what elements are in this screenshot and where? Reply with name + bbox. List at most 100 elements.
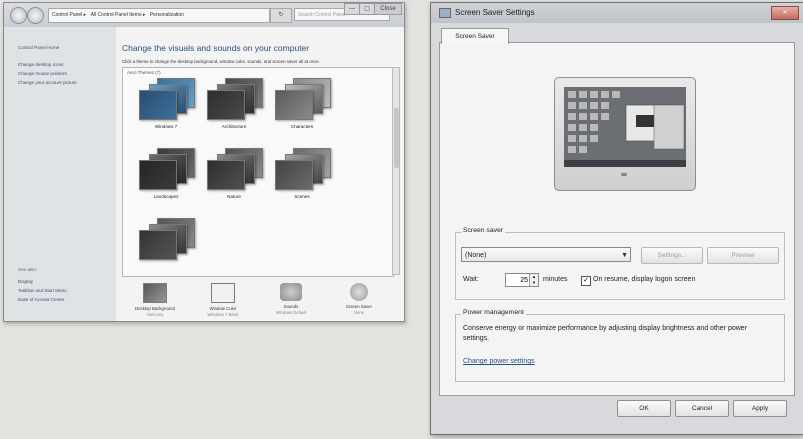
desktop-background-icon: [143, 283, 167, 303]
wait-minutes-stepper[interactable]: 25 ▲ ▼: [505, 273, 539, 287]
sidebar-link-account-picture[interactable]: Change your account picture: [18, 80, 77, 85]
address-bar[interactable]: Control Panel ▸ All Control Panel Items …: [48, 8, 270, 23]
theme-name: Windows 7: [154, 124, 178, 129]
window-color-icon: [211, 283, 235, 303]
theme-preview-card: [139, 160, 177, 190]
close-button[interactable]: Close: [374, 3, 402, 15]
theme-preview-card: [207, 90, 245, 120]
see-also-display[interactable]: Display: [18, 279, 33, 284]
dialog-app-icon: [439, 8, 451, 18]
screen-saver-group: [455, 232, 785, 300]
screen-saver-label: Screen Saver: [345, 304, 373, 309]
screen-saver-icon: [350, 283, 368, 301]
window-color-label: Window Color: [209, 306, 237, 311]
chevron-down-icon: ▼: [621, 252, 628, 259]
screen-saver-select[interactable]: (None) ▼: [461, 247, 631, 262]
monitor-preview: [554, 77, 696, 191]
sounds-icon: [280, 283, 302, 301]
sounds-setting[interactable]: Sounds Windows Default: [256, 283, 326, 317]
theme-thumbnail: [139, 148, 195, 190]
dialog-title-bar: Screen Saver Settings ✕: [431, 3, 803, 23]
theme-thumbnail: [139, 78, 195, 120]
theme-name: Landscapes: [153, 194, 179, 199]
settings-button[interactable]: Settings...: [641, 247, 703, 264]
sounds-label: Sounds: [283, 304, 299, 309]
theme-tile[interactable]: Windows 7: [133, 78, 199, 136]
title-bar: Control Panel ▸ All Control Panel Items …: [4, 3, 404, 27]
theme-tile[interactable]: Architecture: [201, 78, 267, 136]
theme-thumbnail: [275, 78, 331, 120]
sidebar-link-mouse-pointers[interactable]: Change mouse pointers: [18, 71, 67, 76]
theme-tile[interactable]: Nature: [201, 148, 267, 206]
main-content: Change the visuals and sounds on your co…: [116, 27, 404, 321]
refresh-icon[interactable]: ↻: [270, 8, 292, 23]
screen-saver-group-label: Screen saver: [461, 227, 506, 234]
minutes-label: minutes: [543, 276, 568, 283]
theme-thumbnail: [275, 148, 331, 190]
resume-logon-label: On resume, display logon screen: [593, 276, 696, 283]
breadcrumb-personalization[interactable]: Personalization: [147, 12, 184, 18]
screen-saver-select-value: (None): [465, 252, 487, 259]
theme-thumbnail: [139, 218, 195, 260]
preview-screen: [564, 87, 686, 167]
desktop-background-value: Harmony: [146, 312, 164, 317]
tab-screen-saver[interactable]: Screen Saver: [441, 28, 509, 44]
see-also-taskbar[interactable]: Taskbar and Start Menu: [18, 288, 67, 293]
window-color-value: Windows 7 Basic: [207, 312, 239, 317]
forward-icon[interactable]: [27, 7, 44, 24]
resume-logon-checkbox[interactable]: ✓: [581, 276, 591, 286]
sidebar-link-desktop-icons[interactable]: Change desktop icons: [18, 62, 63, 67]
preview-desktop-image: [564, 87, 686, 167]
apply-button[interactable]: Apply: [733, 400, 787, 417]
window-color-setting[interactable]: Window Color Windows 7 Basic: [188, 283, 258, 317]
personalization-window: Control Panel ▸ All Control Panel Items …: [3, 2, 405, 322]
screen-saver-dialog: Screen Saver Settings ✕ Screen Saver Scr…: [430, 2, 803, 435]
breadcrumb-all-items[interactable]: All Control Panel Items: [88, 12, 142, 18]
theme-tile[interactable]: Landscapes: [133, 148, 199, 206]
theme-list: Aero Themes (7) Windows 7 Architecture Cha…: [122, 67, 394, 277]
sidebar: Control Panel Home Change desktop icons …: [4, 27, 116, 321]
theme-thumbnail: [207, 148, 263, 190]
wait-label: Wait:: [463, 276, 479, 283]
desktop-background-setting[interactable]: Desktop Background Harmony: [120, 283, 190, 317]
power-management-label: Power management: [461, 309, 526, 316]
see-also-heading: See also: [18, 267, 36, 272]
theme-list-scrollbar[interactable]: [392, 67, 400, 275]
back-icon[interactable]: [10, 7, 27, 24]
scroll-thumb[interactable]: [394, 108, 399, 168]
stepper-arrows-icon[interactable]: ▲ ▼: [529, 274, 538, 286]
theme-name: Characters: [290, 124, 314, 129]
theme-tile[interactable]: [133, 218, 199, 276]
sounds-value: Windows Default: [275, 310, 307, 315]
sidebar-link-home[interactable]: Control Panel Home: [18, 45, 59, 50]
theme-name: Architecture: [221, 124, 247, 129]
theme-tile[interactable]: Scenes: [269, 148, 335, 206]
wait-minutes-value: 25: [520, 277, 528, 284]
minimize-button[interactable]: —: [344, 3, 360, 15]
screen-saver-setting[interactable]: Screen Saver None: [324, 283, 394, 317]
desktop-background-label: Desktop Background: [135, 306, 175, 311]
see-also-ease-of-access[interactable]: Ease of Access Center: [18, 297, 64, 302]
power-management-description: Conserve energy or maximize performance …: [463, 325, 748, 342]
theme-tile[interactable]: Characters: [269, 78, 335, 136]
theme-preview-card: [275, 90, 313, 120]
screen-saver-value: None: [354, 310, 364, 315]
theme-name: Scenes: [294, 194, 310, 199]
close-icon[interactable]: ✕: [771, 6, 799, 20]
theme-name: Nature: [227, 194, 241, 199]
page-description: Click a theme to change the desktop back…: [122, 59, 320, 64]
page-title: Change the visuals and sounds on your co…: [122, 43, 310, 53]
theme-group-label: Aero Themes (7): [127, 70, 161, 75]
theme-preview-card: [275, 160, 313, 190]
maximize-button[interactable]: ▢: [359, 3, 375, 15]
theme-thumbnail: [207, 78, 263, 120]
dialog-title: Screen Saver Settings: [455, 8, 535, 17]
breadcrumb-control-panel[interactable]: Control Panel: [49, 12, 82, 18]
theme-preview-card: [139, 90, 177, 120]
theme-preview-card: [207, 160, 245, 190]
ok-button[interactable]: OK: [617, 400, 671, 417]
cancel-button[interactable]: Cancel: [675, 400, 729, 417]
change-power-settings-link[interactable]: Change power settings: [463, 358, 535, 365]
monitor-power-indicator: [621, 173, 627, 176]
preview-button[interactable]: Preview: [707, 247, 779, 264]
